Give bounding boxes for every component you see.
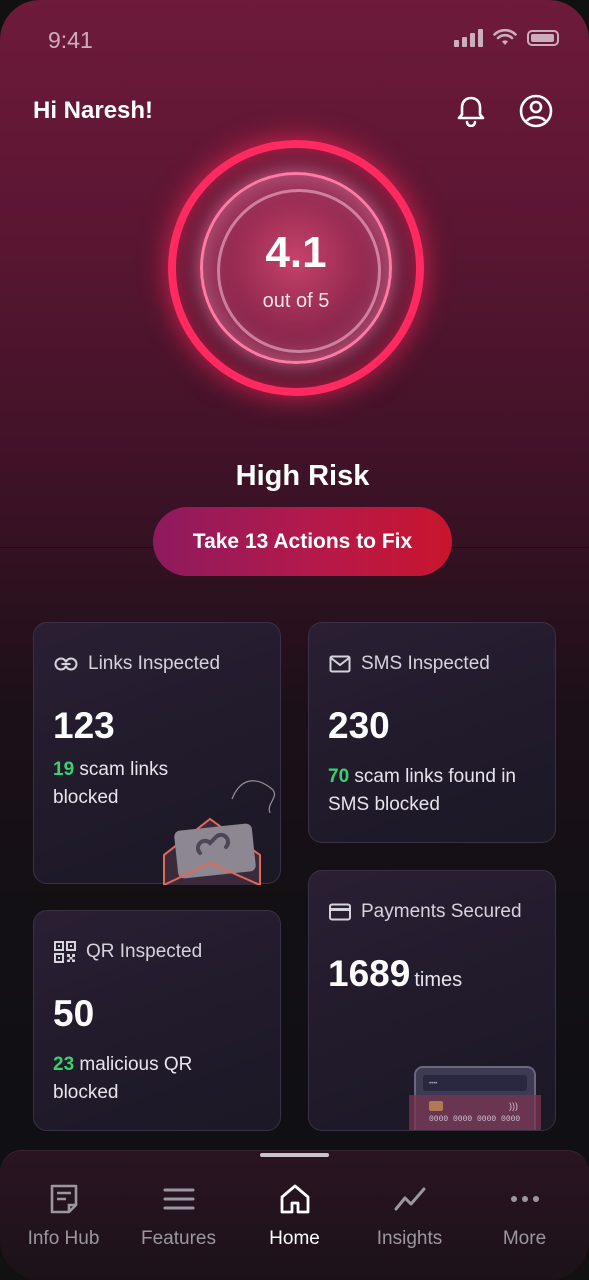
notifications-button[interactable] <box>453 93 489 129</box>
qr-description: 23 malicious QR blocked <box>53 1051 192 1107</box>
nav-label: More <box>502 1228 547 1249</box>
greeting: Hi Naresh! <box>33 97 154 124</box>
nav-label: Info Hub <box>27 1228 100 1249</box>
signal-icon <box>454 29 483 47</box>
nav-item-info-hub[interactable]: Info Hub <box>6 1183 121 1250</box>
card-title: QR Inspected <box>86 941 203 962</box>
app-screen: 9:41 Hi Naresh! 4.1 out of 5 High Risk T… <box>0 0 589 1280</box>
bell-icon <box>457 96 485 127</box>
links-count: 123 <box>53 705 115 746</box>
status-bar: 9:41 <box>0 0 589 80</box>
payments-count-value: 1689 <box>328 953 411 994</box>
nav-label: Features <box>141 1228 216 1249</box>
qr-desc-text: malicious QR <box>74 1054 193 1075</box>
nav-label: Insights <box>376 1228 443 1249</box>
user-circle-icon <box>519 94 553 128</box>
sms-blocked-count: 70 <box>328 766 350 787</box>
qr-desc-text-2: blocked <box>53 1082 119 1103</box>
fix-actions-button[interactable]: Take 13 Actions to Fix <box>153 507 452 576</box>
battery-icon <box>527 30 559 46</box>
nav-item-more[interactable]: More <box>467 1183 582 1250</box>
profile-button[interactable] <box>518 93 554 129</box>
payments-count: 1689 times <box>328 953 462 995</box>
trend-line-icon <box>394 1187 425 1211</box>
risk-level-label: High Risk <box>235 460 370 492</box>
nav-item-features[interactable]: Features <box>121 1183 236 1250</box>
status-icons <box>454 29 559 47</box>
card-header: SMS Inspected <box>329 653 490 675</box>
qr-blocked-count: 23 <box>53 1054 75 1075</box>
payments-count-suffix: times <box>414 969 463 991</box>
link-envelope-illustration <box>163 780 276 885</box>
links-desc-text: scam links <box>74 759 169 780</box>
payments-secured-card[interactable]: Payments Secured 1689 times •••• ))) 0000… <box>308 870 556 1131</box>
links-description: 19 scam links blocked <box>53 756 168 812</box>
svg-text:))): ))) <box>509 1101 518 1111</box>
links-desc-text-2: blocked <box>53 787 119 808</box>
home-indicator <box>260 1153 329 1157</box>
qr-code-icon <box>54 941 76 963</box>
links-inspected-card[interactable]: Links Inspected 123 19 scam links blocke… <box>33 622 281 885</box>
qr-inspected-card[interactable]: QR Inspected 50 23 malicious QR blocked <box>33 910 281 1131</box>
qr-count: 50 <box>53 993 95 1034</box>
card-header: Links Inspected <box>54 653 220 675</box>
nav-label: Home <box>269 1228 320 1249</box>
score-subtitle: out of 5 <box>262 290 330 312</box>
svg-text:••••: •••• <box>429 1081 437 1087</box>
card-header: Payments Secured <box>329 901 522 923</box>
document-icon <box>50 1184 77 1214</box>
more-dots-icon <box>510 1196 539 1202</box>
sms-desc-text: scam links found in <box>349 766 516 787</box>
card-title: Links Inspected <box>88 653 221 674</box>
score-value: 4.1 <box>265 228 327 277</box>
card-title: SMS Inspected <box>361 653 490 674</box>
link-icon <box>54 657 78 671</box>
mail-icon <box>329 655 351 673</box>
menu-lines-icon <box>163 1188 194 1210</box>
sms-description: 70 scam links found in SMS blocked <box>328 763 516 819</box>
credit-card-icon <box>329 903 351 921</box>
sms-inspected-card[interactable]: SMS Inspected 230 70 scam links found in… <box>308 622 556 843</box>
sms-count: 230 <box>328 705 390 746</box>
card-number-text: 0000 0000 0000 0000 <box>429 1115 521 1124</box>
nav-item-home[interactable]: Home <box>237 1183 352 1250</box>
home-icon <box>280 1184 309 1214</box>
links-blocked-count: 19 <box>53 759 75 780</box>
card-title: Payments Secured <box>361 901 522 922</box>
nav-item-insights[interactable]: Insights <box>352 1183 467 1250</box>
risk-score-ring: 4.1 out of 5 <box>168 140 424 396</box>
card-header: QR Inspected <box>54 941 202 963</box>
sms-desc-text-2: SMS blocked <box>328 794 440 815</box>
status-time: 9:41 <box>48 27 93 53</box>
wifi-icon <box>493 29 517 45</box>
